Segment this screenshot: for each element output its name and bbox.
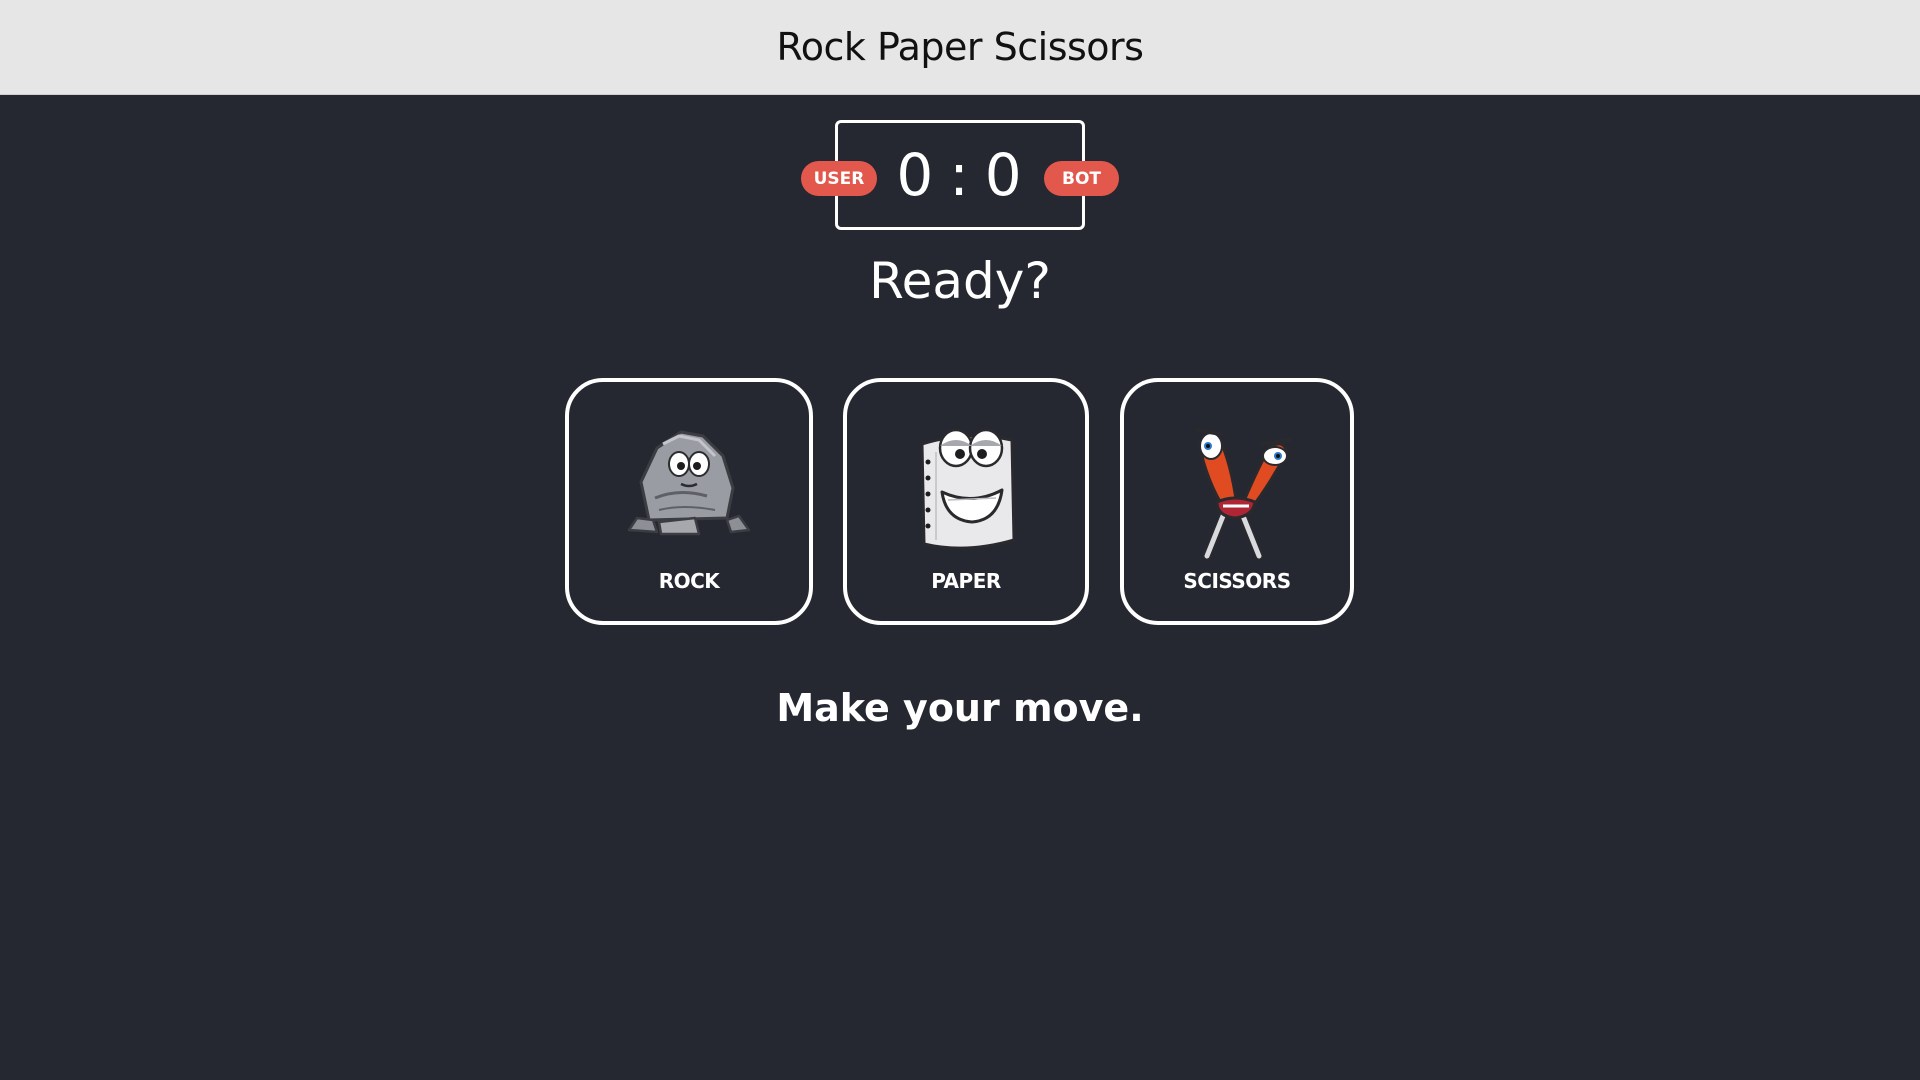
bot-badge: BOT: [1044, 161, 1119, 196]
paper-button[interactable]: PAPER: [843, 378, 1089, 625]
bot-score: 0: [984, 141, 1024, 209]
app-header: Rock Paper Scissors: [0, 0, 1920, 95]
score-separator: :: [949, 141, 971, 209]
app-title: Rock Paper Scissors: [776, 25, 1144, 69]
rock-character-icon: [627, 430, 751, 536]
round-status: Ready?: [869, 252, 1051, 310]
paper-label: PAPER: [931, 569, 1001, 593]
scissors-character-icon: [1195, 428, 1291, 561]
rock-button[interactable]: ROCK: [565, 378, 813, 625]
user-badge: USER: [801, 161, 877, 196]
instruction-message: Make your move.: [776, 686, 1144, 730]
paper-character-icon: [920, 428, 1016, 550]
scissors-button[interactable]: SCISSORS: [1120, 378, 1354, 625]
scissors-label: SCISSORS: [1183, 569, 1291, 593]
rock-label: ROCK: [658, 569, 720, 593]
user-score: 0: [896, 141, 936, 209]
